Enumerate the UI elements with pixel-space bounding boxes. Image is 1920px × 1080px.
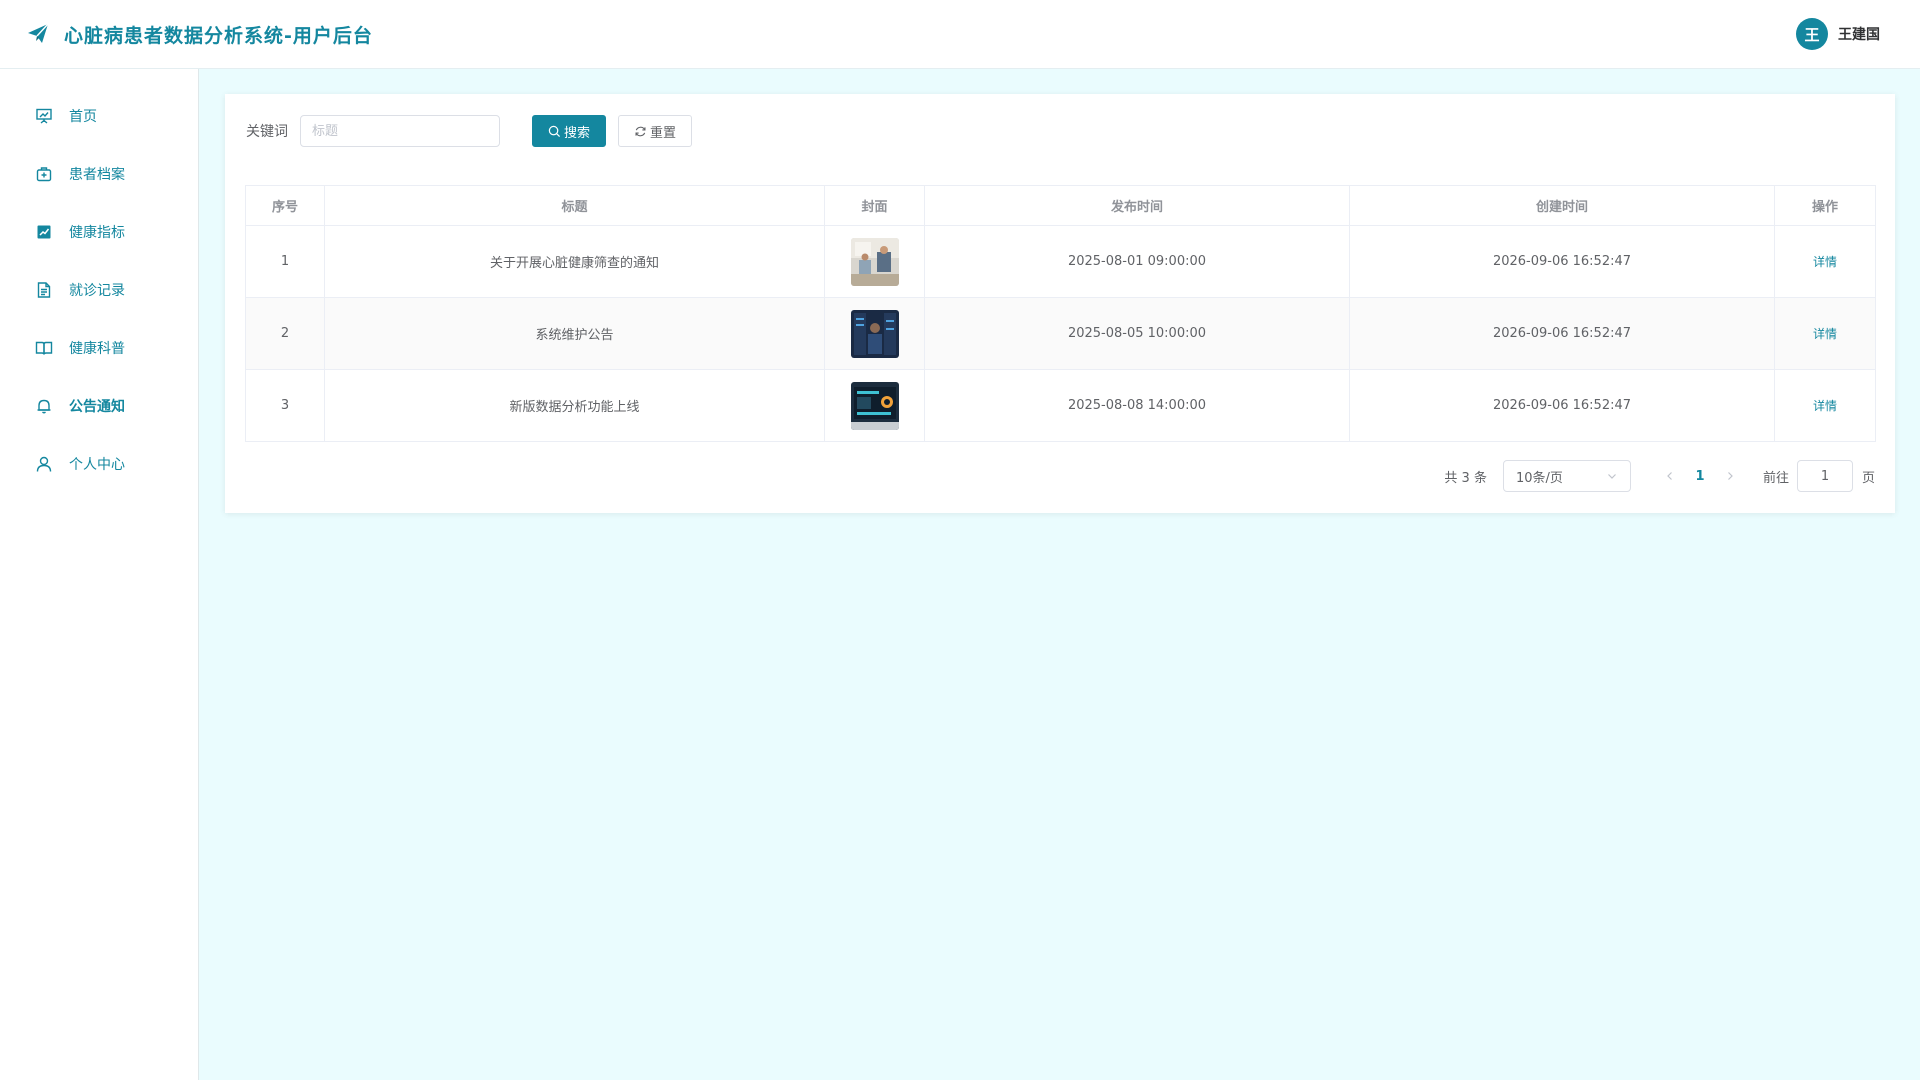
next-page-button[interactable] [1715,462,1745,490]
cell-actions: 详情 [1774,225,1876,298]
sidebar-item-label: 公告通知 [69,399,125,415]
cell-actions: 详情 [1774,369,1876,442]
cell-publish-time: 2025-08-08 14:00:00 [924,369,1350,442]
sidebar-item-label: 患者档案 [69,167,125,183]
user-icon [35,455,53,473]
announcement-card: 关键词 搜索 重置 序号 标题 封面 发布时间 创建时间 操作 1 [225,94,1895,513]
presentation-chart-icon [35,107,53,125]
table-row: 3 新版数据分析功能上线 2025-08-08 14:00:00 2026-09… [245,369,1876,442]
username[interactable]: 王建国 [1838,24,1880,44]
sidebar-item-label: 首页 [69,109,97,125]
announcement-table: 序号 标题 封面 发布时间 创建时间 操作 1 关于开展心脏健康筛查的通知 20… [245,185,1876,442]
document-icon [35,281,53,299]
cell-cover [824,225,925,298]
cell-title: 新版数据分析功能上线 [324,369,825,442]
sidebar-item-label: 个人中心 [69,457,125,473]
sidebar: 首页 患者档案 健康指标 就诊记录 健康科普 公告通知 个人中心 [0,69,199,1080]
page-size-select[interactable]: 10条/页 [1502,460,1631,492]
detail-link[interactable]: 详情 [1813,327,1837,341]
goto-page-input[interactable] [1796,460,1853,492]
trend-chart-icon [35,223,53,241]
table-row: 1 关于开展心脏健康筛查的通知 2025-08-01 09:00:00 2026… [245,225,1876,298]
sidebar-item-label: 就诊记录 [69,283,125,299]
cell-cover [824,297,925,370]
column-header-cover: 封面 [824,185,925,226]
cell-index: 1 [245,225,325,298]
column-header-publish-time: 发布时间 [924,185,1350,226]
cell-create-time: 2026-09-06 16:52:47 [1349,297,1775,370]
detail-link[interactable]: 详情 [1813,399,1837,413]
goto-label: 前往 [1762,470,1789,486]
sidebar-item-announcements[interactable]: 公告通知 [0,377,198,435]
medical-kit-icon [35,165,53,183]
sidebar-item-profile[interactable]: 个人中心 [0,435,198,493]
pagination: 共 3 条 10条/页 1 前往 页 [1444,460,1875,492]
reset-button-label: 重置 [649,125,676,141]
total-count: 共 3 条 [1444,470,1487,486]
cell-title: 系统维护公告 [324,297,825,370]
bell-icon [35,397,53,415]
cover-image[interactable] [850,381,899,430]
keyword-input[interactable] [300,115,500,147]
chevron-left-icon [1667,472,1672,480]
cell-publish-time: 2025-08-01 09:00:00 [924,225,1350,298]
cover-image[interactable] [850,237,899,286]
refresh-icon [635,126,646,136]
search-button[interactable]: 搜索 [532,115,606,147]
table-header-row: 序号 标题 封面 发布时间 创建时间 操作 [245,185,1876,226]
page-size-value: 10条/页 [1515,470,1563,486]
cell-publish-time: 2025-08-05 10:00:00 [924,297,1350,370]
cell-title: 关于开展心脏健康筛查的通知 [324,225,825,298]
open-book-icon [35,339,53,357]
column-header-create-time: 创建时间 [1349,185,1775,226]
search-bar: 关键词 搜索 重置 [246,115,692,147]
sidebar-item-health-education[interactable]: 健康科普 [0,319,198,377]
user-menu[interactable]: 王 王建国 [1796,18,1880,50]
page-number-current[interactable]: 1 [1685,462,1715,490]
brand: 心脏病患者数据分析系统-用户后台 [26,21,373,48]
prev-page-button[interactable] [1655,462,1685,490]
cover-image[interactable] [850,309,899,358]
table-row: 2 系统维护公告 2025-08-05 10:00:00 2026-09-06 … [245,297,1876,370]
search-button-label: 搜索 [563,125,590,141]
sidebar-item-visit-records[interactable]: 就诊记录 [0,261,198,319]
column-header-index: 序号 [245,185,325,226]
cell-index: 3 [245,369,325,442]
sidebar-item-home[interactable]: 首页 [0,87,198,145]
sidebar-item-label: 健康科普 [69,341,125,357]
sidebar-item-patient-records[interactable]: 患者档案 [0,145,198,203]
top-header: 心脏病患者数据分析系统-用户后台 王 王建国 [0,0,1920,69]
cell-create-time: 2026-09-06 16:52:47 [1349,225,1775,298]
avatar[interactable]: 王 [1796,18,1828,50]
column-header-title: 标题 [324,185,825,226]
page-unit-label: 页 [1861,470,1875,486]
keyword-label: 关键词 [246,124,288,140]
paper-plane-icon [26,22,50,46]
cell-cover [824,369,925,442]
cell-actions: 详情 [1774,297,1876,370]
chevron-down-icon [1608,474,1616,479]
reset-button[interactable]: 重置 [618,115,692,147]
column-header-actions: 操作 [1774,185,1876,226]
sidebar-item-label: 健康指标 [69,225,125,241]
search-icon [548,125,561,137]
app-title: 心脏病患者数据分析系统-用户后台 [64,24,373,47]
sidebar-item-health-indicators[interactable]: 健康指标 [0,203,198,261]
chevron-right-icon [1728,472,1733,480]
cell-create-time: 2026-09-06 16:52:47 [1349,369,1775,442]
cell-index: 2 [245,297,325,370]
detail-link[interactable]: 详情 [1813,255,1837,269]
